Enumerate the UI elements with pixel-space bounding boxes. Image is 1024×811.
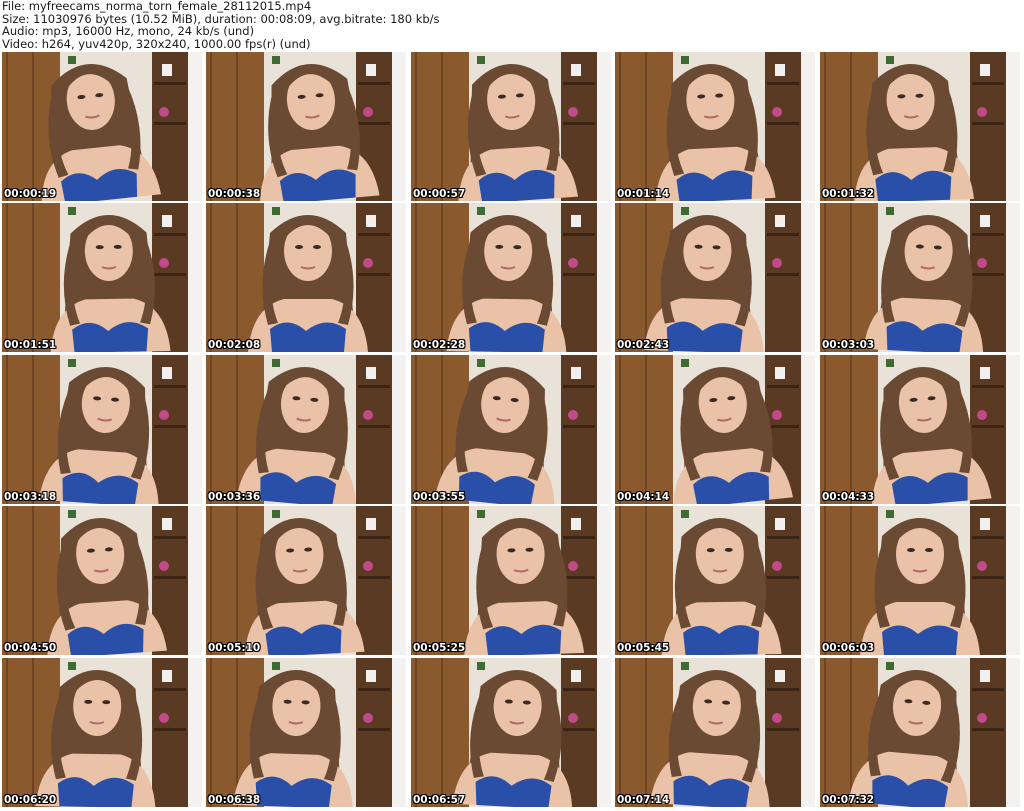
video-thumbnail: 00:04:14 — [615, 355, 815, 504]
thumbnail-timestamp: 00:04:14 — [617, 491, 670, 503]
video-thumbnail: 00:01:14 — [615, 52, 815, 201]
video-thumbnail: 00:00:38 — [206, 52, 406, 201]
webcam-frame-image — [615, 658, 815, 807]
video-thumbnail: 00:00:57 — [411, 52, 611, 201]
thumbnail-timestamp: 00:06:03 — [822, 642, 875, 654]
thumbnail-timestamp: 00:05:10 — [208, 642, 261, 654]
video-thumbnail: 00:01:51 — [2, 203, 202, 352]
thumbnail-timestamp: 00:01:32 — [822, 188, 875, 200]
thumbnail-timestamp: 00:03:36 — [208, 491, 261, 503]
webcam-frame-image — [2, 203, 202, 352]
video-thumbnail: 00:04:50 — [2, 506, 202, 655]
video-thumbnail: 00:06:03 — [820, 506, 1020, 655]
webcam-frame-image — [2, 52, 202, 201]
webcam-frame-image — [411, 52, 611, 201]
webcam-frame-image — [206, 658, 406, 807]
webcam-frame-image — [820, 658, 1020, 807]
webcam-frame-image — [206, 52, 406, 201]
video-thumbnail: 00:03:18 — [2, 355, 202, 504]
thumbnail-timestamp: 00:07:14 — [617, 794, 670, 806]
video-thumbnail: 00:03:55 — [411, 355, 611, 504]
webcam-frame-image — [615, 506, 815, 655]
thumbnail-grid: 00:00:19 00:00:38 00:00:57 00:01:14 00:01:32… — [2, 52, 1022, 810]
webcam-frame-image — [411, 658, 611, 807]
thumbnail-timestamp: 00:02:43 — [617, 339, 670, 351]
video-thumbnail: 00:06:38 — [206, 658, 406, 807]
thumbnail-timestamp: 00:06:57 — [413, 794, 466, 806]
thumbnail-timestamp: 00:03:55 — [413, 491, 466, 503]
audio-info-line: Audio: mp3, 16000 Hz, mono, 24 kb/s (und… — [2, 24, 255, 39]
thumbnail-timestamp: 00:01:51 — [4, 339, 57, 351]
video-thumbnail: 00:03:03 — [820, 203, 1020, 352]
thumbnail-timestamp: 00:06:38 — [208, 794, 261, 806]
thumbnail-timestamp: 00:04:33 — [822, 491, 875, 503]
thumbnail-timestamp: 00:00:57 — [413, 188, 466, 200]
webcam-frame-image — [2, 355, 202, 504]
webcam-frame-image — [820, 506, 1020, 655]
webcam-frame-image — [820, 355, 1020, 504]
file-info-header: File: myfreecams_norma_torn_female_28112… — [2, 0, 1022, 50]
thumbnail-timestamp: 00:03:18 — [4, 491, 57, 503]
video-thumbnail: 00:06:20 — [2, 658, 202, 807]
webcam-frame-image — [206, 355, 406, 504]
video-thumbnail: 00:06:57 — [411, 658, 611, 807]
webcam-frame-image — [411, 203, 611, 352]
webcam-frame-image — [820, 203, 1020, 352]
webcam-frame-image — [2, 506, 202, 655]
video-thumbnail: 00:07:14 — [615, 658, 815, 807]
video-thumbnail: 00:05:45 — [615, 506, 815, 655]
thumbnail-timestamp: 00:02:08 — [208, 339, 261, 351]
video-thumbnail: 00:05:25 — [411, 506, 611, 655]
thumbnail-timestamp: 00:01:14 — [617, 188, 670, 200]
webcam-frame-image — [615, 355, 815, 504]
video-thumbnail: 00:04:33 — [820, 355, 1020, 504]
thumbnail-timestamp: 00:05:25 — [413, 642, 466, 654]
thumbnail-timestamp: 00:05:45 — [617, 642, 670, 654]
thumbnail-timestamp: 00:02:28 — [413, 339, 466, 351]
video-thumbnail: 00:07:32 — [820, 658, 1020, 807]
webcam-frame-image — [411, 355, 611, 504]
thumbnail-timestamp: 00:07:32 — [822, 794, 875, 806]
video-info-line: Video: h264, yuv420p, 320x240, 1000.00 f… — [2, 36, 311, 51]
file-name-line: File: myfreecams_norma_torn_female_28112… — [2, 0, 312, 13]
webcam-frame-image — [2, 658, 202, 807]
webcam-frame-image — [206, 506, 406, 655]
thumbnail-timestamp: 00:04:50 — [4, 642, 57, 654]
webcam-frame-image — [411, 506, 611, 655]
webcam-frame-image — [820, 52, 1020, 201]
video-thumbnail: 00:03:36 — [206, 355, 406, 504]
video-thumbnail: 00:05:10 — [206, 506, 406, 655]
video-thumbnail: 00:01:32 — [820, 52, 1020, 201]
video-thumbnail: 00:02:43 — [615, 203, 815, 352]
webcam-frame-image — [206, 203, 406, 352]
webcam-frame-image — [615, 203, 815, 352]
thumbnail-timestamp: 00:03:03 — [822, 339, 875, 351]
video-thumbnail: 00:02:28 — [411, 203, 611, 352]
thumbnail-timestamp: 00:00:38 — [208, 188, 261, 200]
webcam-frame-image — [615, 52, 815, 201]
video-thumbnail: 00:02:08 — [206, 203, 406, 352]
video-thumbnail: 00:00:19 — [2, 52, 202, 201]
thumbnail-timestamp: 00:06:20 — [4, 794, 57, 806]
thumbnail-timestamp: 00:00:19 — [4, 188, 57, 200]
